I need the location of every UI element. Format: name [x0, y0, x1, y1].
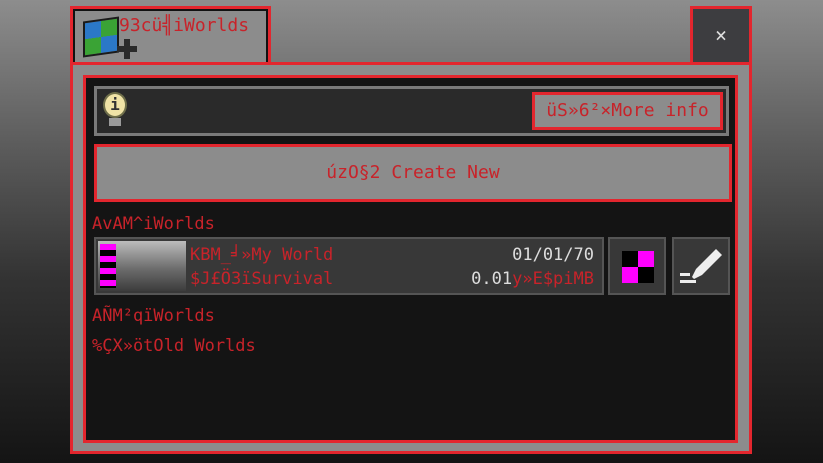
pencil-edit-icon	[680, 249, 722, 283]
lightbulb-info-icon: i	[103, 92, 127, 126]
plus-icon	[117, 39, 137, 59]
globe-icon	[83, 16, 119, 58]
worlds-panel: i üS»6²×More info úzO§2 Create New AvAM^…	[70, 62, 752, 454]
world-date: 01/01/70	[512, 245, 594, 265]
world-game-mode: $J£Ö3ïSurvival	[190, 269, 334, 289]
close-icon: ×	[714, 23, 728, 47]
section-old-worlds-heading[interactable]: %ÇX»ötOld Worlds	[92, 336, 256, 356]
worlds-list-container: i üS»6²×More info úzO§2 Create New AvAM^…	[83, 75, 738, 443]
world-name: KBM_╛»My World	[190, 245, 334, 265]
missing-texture-icon	[622, 251, 654, 283]
world-row[interactable]: KBM_╛»My World $J£Ö3ïSurvival 01/01/70 0…	[94, 237, 604, 295]
more-info-button[interactable]: üS»6²×More info	[532, 92, 723, 130]
world-size-value: 0.01	[471, 269, 513, 289]
create-new-button[interactable]: úzO§2 Create New	[94, 144, 732, 202]
edit-world-button[interactable]	[672, 237, 730, 295]
world-size-unit: y»E$piMB	[512, 269, 594, 289]
info-bar: i üS»6²×More info	[94, 86, 729, 136]
world-thumbnail	[98, 241, 186, 291]
world-size: 0.01y»E$piMB	[471, 269, 594, 289]
close-button[interactable]: ×	[690, 6, 752, 62]
section-worlds-heading: AvAM^iWorlds	[92, 214, 215, 234]
section-realms-heading: AÑM²qïWorlds	[92, 306, 215, 326]
world-options-button[interactable]	[608, 237, 666, 295]
tab-title: 93cü╣iWorlds	[119, 15, 250, 36]
missing-texture-icon	[100, 244, 116, 288]
